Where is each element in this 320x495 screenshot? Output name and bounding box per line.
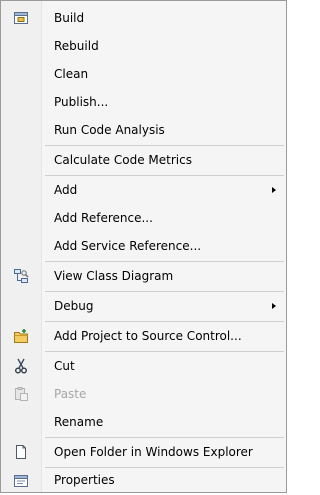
menu-separator [45, 145, 284, 146]
menu-item-label: Clean [54, 67, 89, 81]
menu-item-paste[interactable]: Paste [1, 381, 286, 407]
menu-separator [45, 351, 284, 352]
menu-separator [45, 291, 284, 292]
menu-item-properties[interactable]: Properties [1, 467, 286, 493]
menu-item-add-project-to-source-control[interactable]: Add Project to Source Control... [1, 323, 286, 349]
scissors-icon [13, 358, 29, 374]
menu-item-open-folder[interactable]: Open Folder in Windows Explorer [1, 439, 286, 465]
menu-item-clean[interactable]: Clean [1, 61, 286, 87]
menu-item-view-class-diagram[interactable]: View Class Diagram [1, 263, 286, 289]
menu-item-label: Rename [54, 415, 104, 429]
menu-item-build[interactable]: Build [1, 5, 286, 31]
menu-item-add[interactable]: Add [1, 177, 286, 203]
menu-item-label: Build [54, 11, 85, 25]
menu-item-cut[interactable]: Cut [1, 353, 286, 379]
menu-item-label: Paste [54, 387, 87, 401]
menu-item-label: Add Service Reference... [54, 239, 202, 253]
submenu-arrow-icon [272, 187, 276, 193]
source-control-icon [13, 328, 29, 344]
menu-item-run-code-analysis[interactable]: Run Code Analysis [1, 117, 286, 143]
menu-item-label: Add Reference... [54, 211, 153, 225]
menu-item-label: Rebuild [54, 39, 99, 53]
menu-item-label: Add [54, 183, 78, 197]
menu-separator [45, 321, 284, 322]
submenu-arrow-icon [272, 303, 276, 309]
menu-item-rebuild[interactable]: Rebuild [1, 33, 286, 59]
menu-item-add-reference[interactable]: Add Reference... [1, 205, 286, 231]
open-folder-icon [13, 444, 29, 460]
menu-item-calculate-code-metrics[interactable]: Calculate Code Metrics [1, 147, 286, 173]
properties-icon [13, 472, 29, 488]
menu-item-debug[interactable]: Debug [1, 293, 286, 319]
class-diagram-icon [13, 268, 29, 284]
menu-item-label: Calculate Code Metrics [54, 153, 192, 167]
menu-item-label: Publish... [54, 95, 109, 109]
menu-item-publish[interactable]: Publish... [1, 89, 286, 115]
menu-item-label: View Class Diagram [54, 269, 174, 283]
menu-separator [45, 437, 284, 438]
menu-item-label: Properties [54, 473, 115, 487]
build-icon [13, 10, 29, 26]
menu-item-add-service-reference[interactable]: Add Service Reference... [1, 233, 286, 259]
menu-separator [45, 261, 284, 262]
menu-item-label: Add Project to Source Control... [54, 329, 242, 343]
paste-icon [13, 386, 29, 402]
context-menu: Build Rebuild Clean Publish... Run Code … [0, 0, 287, 493]
menu-item-label: Run Code Analysis [54, 123, 165, 137]
menu-item-label: Open Folder in Windows Explorer [54, 445, 253, 459]
menu-separator [45, 175, 284, 176]
menu-item-label: Debug [54, 299, 94, 313]
menu-item-label: Cut [54, 359, 75, 373]
menu-item-rename[interactable]: Rename [1, 409, 286, 435]
